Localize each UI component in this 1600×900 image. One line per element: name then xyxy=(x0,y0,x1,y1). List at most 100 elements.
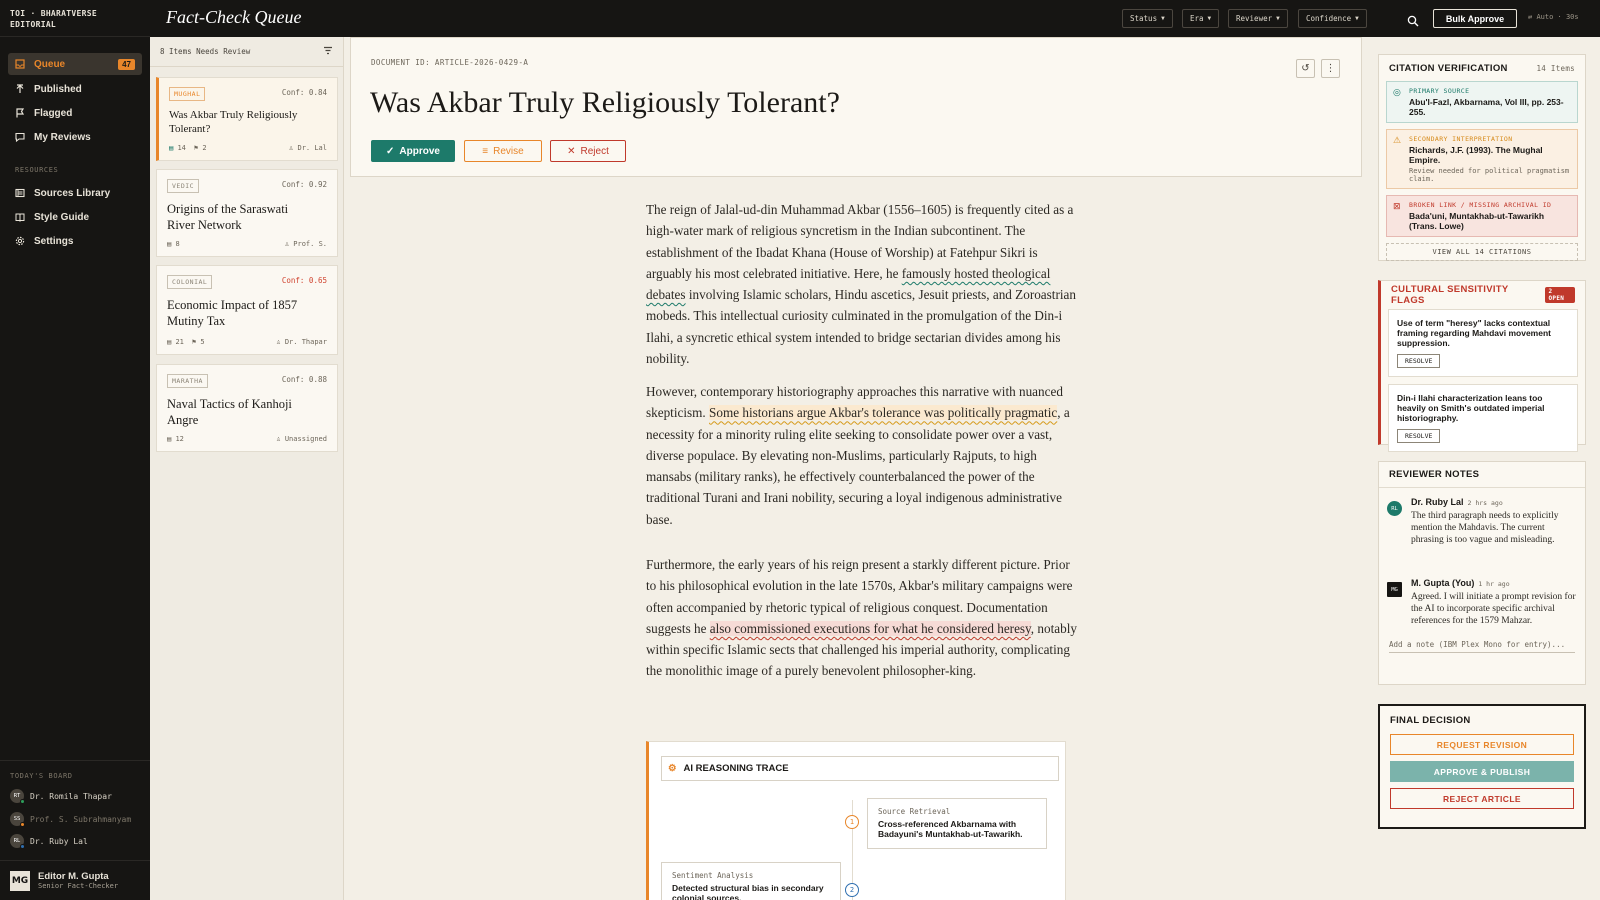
flagged-claim-highlight[interactable]: also commissioned executions for what he… xyxy=(709,620,1031,636)
sort-icon[interactable] xyxy=(323,46,333,57)
panel-header: CITATION VERIFICATION 14 Items xyxy=(1379,55,1585,81)
chat-icon xyxy=(15,132,25,142)
board-member[interactable]: RT Dr. Romila Thapar xyxy=(10,789,112,804)
avatar: MG xyxy=(1387,582,1402,597)
reject-article-button[interactable]: REJECT ARTICLE xyxy=(1390,788,1574,809)
note-text: Agreed. I will initiate a prompt revisio… xyxy=(1411,592,1576,626)
chevron-down-icon: ▼ xyxy=(1161,15,1165,22)
warning-claim-highlight[interactable]: Some historians argue Akbar's tolerance … xyxy=(709,405,1058,421)
sidebar-item-queue[interactable]: Queue 47 xyxy=(8,53,142,75)
sidebar-item-my-reviews[interactable]: My Reviews xyxy=(8,126,142,148)
upload-icon xyxy=(15,84,25,94)
sidebar-item-style-guide[interactable]: Style Guide xyxy=(8,206,142,228)
board-heading: TODAY'S BOARD xyxy=(10,772,73,780)
sidebar-item-settings[interactable]: Settings xyxy=(8,230,142,252)
more-options-icon[interactable]: ⋮ xyxy=(1321,59,1340,78)
sidebar-item-sources-library[interactable]: Sources Library xyxy=(8,182,142,204)
request-revision-button[interactable]: REQUEST REVISION xyxy=(1390,734,1574,755)
note-author: Dr. Ruby Lal xyxy=(1411,497,1464,507)
card-title: Origins of the Saraswati River Network xyxy=(167,202,289,232)
queue-card[interactable]: MARATHA Conf: 0.88 Naval Tactics of Kanh… xyxy=(156,364,338,452)
sidebar-item-published[interactable]: Published xyxy=(8,78,142,100)
confidence-score: Conf: 0.84 xyxy=(281,88,327,97)
current-user[interactable]: MG Editor M. Gupta Senior Fact-Checker xyxy=(0,860,150,900)
document-header: DOCUMENT ID: ARTICLE-2026-0429-A Was Akb… xyxy=(350,37,1362,177)
citation-type: SECONDARY INTERPRETATION xyxy=(1409,135,1513,143)
cpu-icon: ⚙ xyxy=(668,763,677,774)
sidebar-item-label: Flagged xyxy=(34,107,73,119)
reject-button[interactable]: ✕ Reject xyxy=(550,140,626,162)
search-icon[interactable] xyxy=(1407,12,1419,31)
article-paragraph: However, contemporary historiography app… xyxy=(646,384,1070,527)
citation-item[interactable]: ◎ PRIMARY SOURCE Abu'l-Fazl, Akbarnama, … xyxy=(1386,81,1578,123)
flag-item: Use of term "heresy" lacks contextual fr… xyxy=(1388,309,1578,377)
citation-item[interactable]: ⚠ SECONDARY INTERPRETATION Richards, J.F… xyxy=(1386,129,1578,189)
panel-header: REVIEWER NOTES xyxy=(1379,462,1585,487)
board-member[interactable]: RL Dr. Ruby Lal xyxy=(10,834,88,849)
gear-icon xyxy=(15,236,25,246)
confidence-score: Conf: 0.92 xyxy=(281,180,327,189)
step-number-badge: 2 xyxy=(845,883,859,897)
add-note-input[interactable] xyxy=(1389,637,1575,653)
user-name: Editor M. Gupta xyxy=(38,871,109,882)
sidebar-item-flagged[interactable]: Flagged xyxy=(8,102,142,124)
panel-title: REVIEWER NOTES xyxy=(1389,469,1480,480)
trace-header[interactable]: ⚙ AI REASONING TRACE xyxy=(661,756,1059,781)
avatar: RL xyxy=(1387,501,1402,516)
board-member[interactable]: SS Prof. S. Subrahmanyam xyxy=(10,812,131,827)
sidebar-item-label: Published xyxy=(34,83,82,95)
citation-icon: ▤ xyxy=(167,435,172,443)
board-member-name: Dr. Ruby Lal xyxy=(30,836,88,846)
queue-card[interactable]: COLONIAL Conf: 0.65 Economic Impact of 1… xyxy=(156,265,338,355)
away-status-dot xyxy=(20,822,25,827)
article-paragraph: Furthermore, the early years of his reig… xyxy=(646,557,1077,679)
bulk-approve-button[interactable]: Bulk Approve xyxy=(1433,9,1517,28)
era-tag: MARATHA xyxy=(167,374,208,388)
inbox-icon xyxy=(15,59,25,69)
history-icon[interactable]: ↺ xyxy=(1296,59,1315,78)
panel-title: FINAL DECISION xyxy=(1390,714,1471,726)
approve-publish-button[interactable]: APPROVE & PUBLISH xyxy=(1390,761,1574,782)
revise-button[interactable]: ≡ Revise xyxy=(464,140,542,162)
confidence-score: Conf: 0.65 xyxy=(281,276,327,285)
citation-item[interactable]: ⊠ BROKEN LINK / MISSING ARCHIVAL ID Bada… xyxy=(1386,195,1578,237)
view-all-citations-button[interactable]: VIEW ALL 14 CITATIONS xyxy=(1386,243,1578,261)
flag-icon: ⚑ xyxy=(191,338,197,346)
sidebar-item-label: My Reviews xyxy=(34,131,91,143)
citation-text: Bada'uni, Muntakhab-ut-Tawarikh (Trans. … xyxy=(1409,211,1545,231)
chevron-down-icon: ▼ xyxy=(1355,15,1359,22)
citation-count: 14 Items xyxy=(1536,63,1575,73)
auto-refresh-toggle[interactable]: ⇄ Auto · 30s xyxy=(1528,13,1579,21)
assigned-reviewer: ♙ Unassigned xyxy=(276,435,327,443)
reviewer-filter-dropdown[interactable]: Reviewer ▼ xyxy=(1228,9,1288,28)
sidebar-item-label: Style Guide xyxy=(34,211,90,223)
trace-step[interactable]: Sentiment Analysis Detected structural b… xyxy=(661,862,841,900)
avatar: SS xyxy=(10,812,25,827)
status-filter-dropdown[interactable]: Status ▼ xyxy=(1122,9,1173,28)
approve-button[interactable]: ✓ Approve xyxy=(371,140,455,162)
queue-count-badge: 47 xyxy=(118,58,135,70)
era-filter-dropdown[interactable]: Era ▼ xyxy=(1182,9,1220,28)
page-title: Fact-Check Queue xyxy=(166,7,302,27)
brand-logo: TOI · BHARATVERSE EDITORIAL xyxy=(0,0,150,37)
assigned-reviewer: ♙ Dr. Lal xyxy=(289,144,327,152)
top-bar: Fact-Check Queue Status ▼ Era ▼ Reviewer ▼ … xyxy=(150,0,1600,37)
edit-lines-icon: ≡ xyxy=(482,145,489,157)
citation-icon: ▤ xyxy=(167,338,172,346)
trace-step[interactable]: Source Retrieval Cross-referenced Akbarn… xyxy=(867,798,1047,849)
confidence-filter-dropdown[interactable]: Confidence ▼ xyxy=(1298,9,1367,28)
queue-card[interactable]: VEDIC Conf: 0.92 Origins of the Saraswat… xyxy=(156,169,338,257)
card-title: Naval Tactics of Kanhoji Angre xyxy=(167,397,292,427)
online-status-dot xyxy=(20,799,25,804)
resolve-button[interactable]: RESOLVE xyxy=(1397,354,1441,368)
citation-text: Richards, J.F. (1993). The Mughal Empire… xyxy=(1409,145,1543,165)
check-circle-icon: ◎ xyxy=(1393,88,1401,98)
queue-card[interactable]: MUGHAL Conf: 0.84 Was Akbar Truly Religi… xyxy=(156,77,338,161)
citation-icon: ▤ xyxy=(169,144,174,152)
citation-type: PRIMARY SOURCE xyxy=(1409,87,1470,95)
document-id: DOCUMENT ID: ARTICLE-2026-0429-A xyxy=(371,58,529,67)
ai-reasoning-trace: ⚙ AI REASONING TRACE 1 Source Retrieval … xyxy=(646,741,1066,900)
library-icon xyxy=(15,188,25,198)
panel-title: CITATION VERIFICATION xyxy=(1389,62,1508,74)
resolve-button[interactable]: RESOLVE xyxy=(1397,429,1441,443)
